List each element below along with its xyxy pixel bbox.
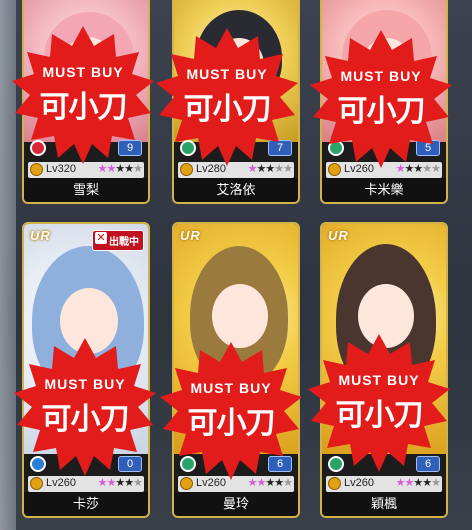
stamp-top-text: MUST BUY — [338, 372, 420, 388]
stamp-top-text: MUST BUY — [44, 376, 126, 392]
star-rating: ★★★★★ — [395, 477, 441, 489]
character-name: 曼玲 — [174, 492, 298, 516]
stamp-big-text: 可小刀 — [337, 95, 426, 128]
stamp-top-text: MUST BUY — [42, 64, 124, 80]
must-buy-stamp: MUST BUY 可小刀 — [156, 334, 306, 484]
character-name: 艾洛依 — [174, 178, 298, 202]
stamp-big-text: 可小刀 — [183, 93, 272, 126]
stamp-big-text: 可小刀 — [335, 399, 424, 432]
must-buy-stamp: MUST BUY 可小刀 — [306, 22, 456, 172]
deployed-badge: ✕ 出戰中 — [92, 230, 144, 251]
must-buy-stamp: MUST BUY 可小刀 — [8, 18, 158, 168]
rarity-label: UR — [328, 228, 349, 243]
crossed-swords-icon: ✕ — [95, 232, 107, 244]
level-row: Lv260 ★★★★★ — [326, 476, 442, 492]
must-buy-stamp: MUST BUY 可小刀 — [10, 330, 160, 480]
character-name: 卡米樂 — [322, 178, 446, 202]
character-name: 穎楓 — [322, 492, 446, 516]
rarity-label: UR — [30, 228, 51, 243]
stamp-top-text: MUST BUY — [190, 380, 272, 396]
character-name: 雪梨 — [24, 178, 148, 202]
must-buy-stamp: MUST BUY 可小刀 — [152, 20, 302, 170]
level-badge-icon — [328, 477, 341, 490]
level-text: Lv260 — [344, 477, 374, 489]
character-name: 卡莎 — [24, 492, 148, 516]
character-grid: 9 Lv320 ★★★★★ 雪梨 7 Lv280 ★★★★★ 艾洛依 5 Lv2… — [0, 0, 472, 530]
stamp-top-text: MUST BUY — [186, 66, 268, 82]
stamp-top-text: MUST BUY — [340, 68, 422, 84]
deployed-label: 出戰中 — [109, 237, 139, 248]
must-buy-stamp: MUST BUY 可小刀 — [304, 326, 454, 476]
stamp-big-text: 可小刀 — [41, 403, 130, 436]
stamp-big-text: 可小刀 — [39, 91, 128, 124]
stamp-big-text: 可小刀 — [187, 407, 276, 440]
rarity-label: UR — [180, 228, 201, 243]
